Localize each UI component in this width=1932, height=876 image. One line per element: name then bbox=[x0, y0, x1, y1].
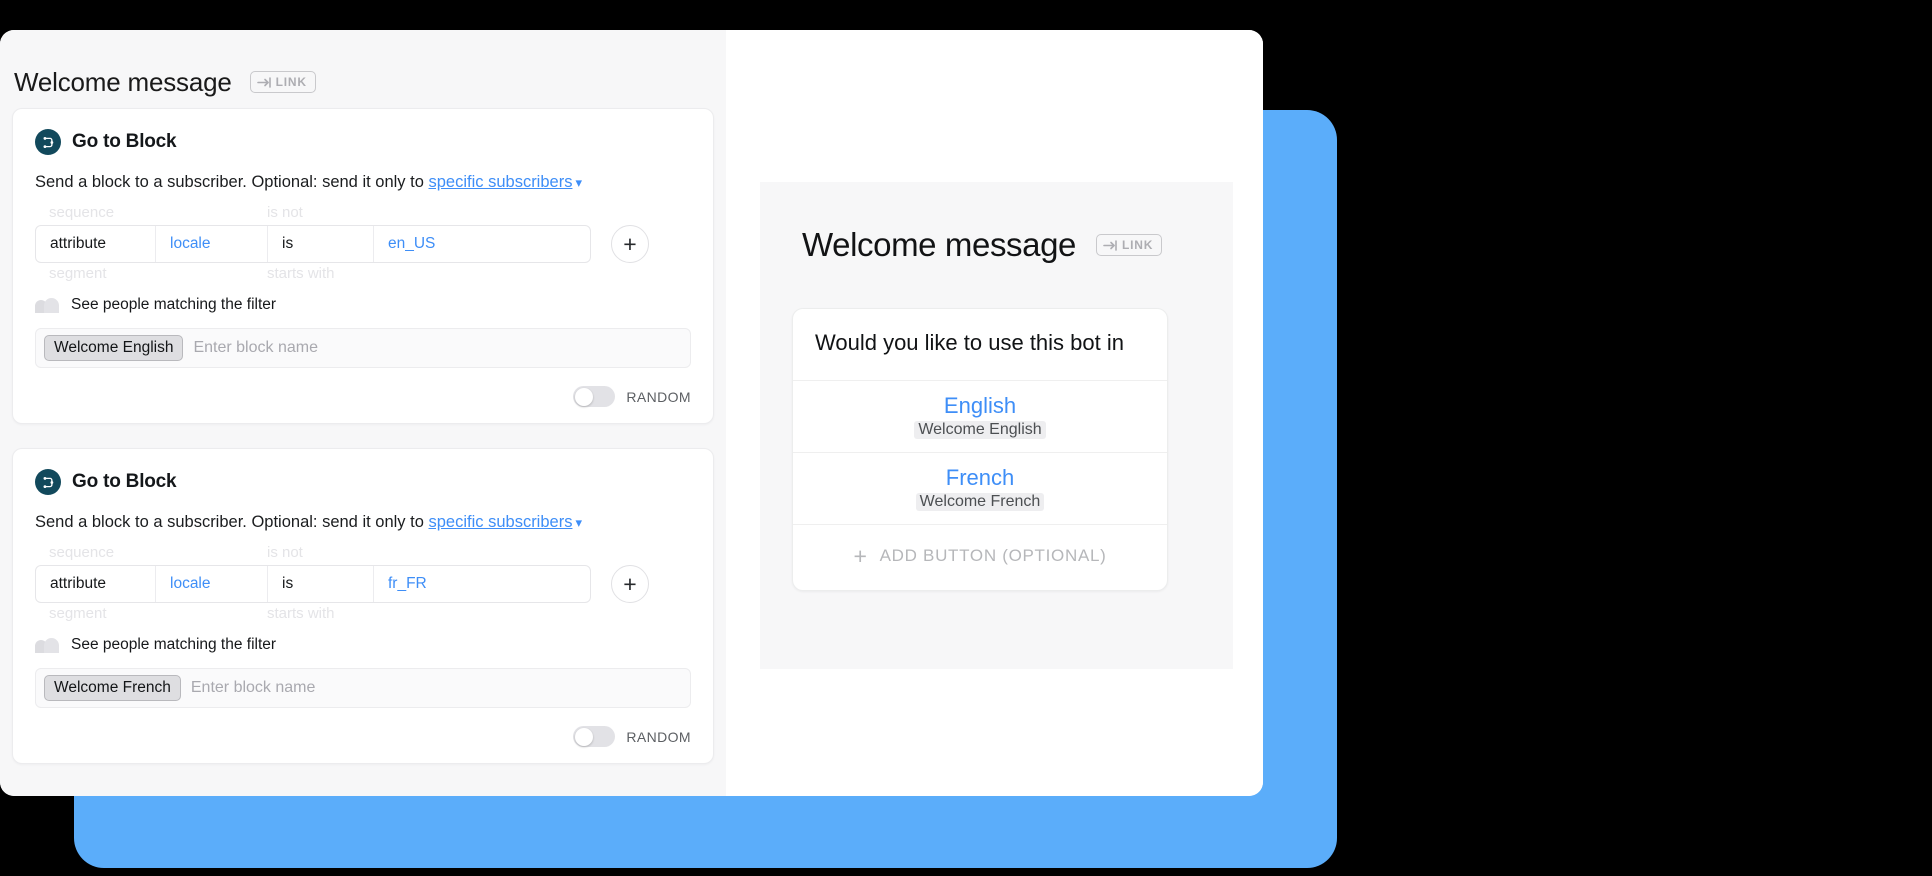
filter-condition-row[interactable]: attribute locale is fr_FR bbox=[35, 565, 591, 603]
filter-type-select[interactable]: attribute bbox=[36, 566, 156, 602]
filter-value-input[interactable]: en_US bbox=[374, 226, 590, 262]
preview-link-badge[interactable]: LINK bbox=[1096, 234, 1163, 256]
link-arrow-icon bbox=[256, 76, 271, 88]
card-description: Send a block to a subscriber. Optional: … bbox=[35, 173, 691, 192]
see-people-matching-filter[interactable]: See people matching the filter bbox=[35, 296, 691, 314]
people-icon bbox=[35, 297, 59, 313]
ghost-operator-above: is not bbox=[267, 204, 303, 221]
preview-panel: Welcome message LINK Would you like to u… bbox=[726, 30, 1263, 796]
ghost-operator-below: starts with bbox=[267, 605, 335, 622]
app-window: Welcome message LINK Go to Block Send a … bbox=[0, 30, 1263, 796]
card-header: Go to Block bbox=[35, 129, 691, 155]
preview-link-badge-label: LINK bbox=[1122, 238, 1154, 252]
go-to-block-icon bbox=[35, 469, 61, 495]
filter-ghost-row-top: sequence is not bbox=[35, 204, 691, 221]
random-toggle-row: RANDOM bbox=[35, 386, 691, 407]
block-name-chip[interactable]: Welcome French bbox=[44, 675, 181, 701]
filter-condition-row[interactable]: attribute locale is en_US bbox=[35, 225, 591, 263]
toggle-knob bbox=[574, 387, 593, 406]
block-name-input[interactable]: Enter block name bbox=[193, 339, 318, 357]
add-button-label: ADD BUTTON (OPTIONAL) bbox=[879, 546, 1107, 566]
chevron-down-icon[interactable]: ▾ bbox=[575, 515, 582, 531]
toggle-knob bbox=[574, 727, 593, 746]
block-name-chip[interactable]: Welcome English bbox=[44, 335, 184, 361]
ghost-operator-below: starts with bbox=[267, 265, 335, 282]
ghost-spacer bbox=[155, 544, 267, 561]
bubble-button-label: English bbox=[943, 392, 1017, 418]
ghost-spacer bbox=[155, 605, 267, 622]
ghost-type-below: segment bbox=[49, 605, 107, 622]
random-toggle-label: RANDOM bbox=[626, 728, 691, 745]
filter-key-select[interactable]: locale bbox=[156, 226, 268, 262]
card-description-text: Send a block to a subscriber. Optional: … bbox=[35, 513, 429, 531]
filter-operator-select[interactable]: is bbox=[268, 566, 374, 602]
screen-root: Welcome message LINK Go to Block Send a … bbox=[0, 0, 1932, 876]
filter-operator-select[interactable]: is bbox=[268, 226, 374, 262]
random-toggle[interactable] bbox=[573, 386, 616, 407]
page-title: Welcome message bbox=[14, 66, 232, 97]
add-condition-button[interactable]: + bbox=[611, 225, 649, 263]
random-toggle-label: RANDOM bbox=[626, 388, 691, 405]
go-to-block-icon bbox=[35, 129, 61, 155]
ghost-spacer bbox=[155, 265, 267, 282]
bubble-button-label: French bbox=[945, 464, 1015, 490]
bubble-button-target: Welcome English bbox=[914, 420, 1046, 439]
filter-key-select[interactable]: locale bbox=[156, 566, 268, 602]
card-title: Go to Block bbox=[72, 131, 177, 152]
people-icon bbox=[35, 637, 59, 653]
see-people-matching-filter[interactable]: See people matching the filter bbox=[35, 636, 691, 654]
add-button-optional[interactable]: + ADD BUTTON (OPTIONAL) bbox=[793, 523, 1167, 590]
block-name-field[interactable]: Welcome English Enter block name bbox=[35, 328, 691, 368]
card-title: Go to Block bbox=[72, 471, 177, 492]
card-description-text: Send a block to a subscriber. Optional: … bbox=[35, 173, 429, 191]
see-people-label: See people matching the filter bbox=[71, 296, 277, 313]
editor-header: Welcome message LINK bbox=[0, 30, 726, 108]
plus-icon: + bbox=[853, 542, 868, 569]
preview-surface: Welcome message LINK Would you like to u… bbox=[760, 182, 1233, 669]
go-to-block-card: Go to Block Send a block to a subscriber… bbox=[12, 448, 714, 764]
link-arrow-icon bbox=[1103, 239, 1117, 251]
bubble-button-english[interactable]: English Welcome English bbox=[793, 379, 1167, 452]
message-bubble: Would you like to use this bot in Englis… bbox=[792, 308, 1168, 591]
ghost-operator-above: is not bbox=[267, 544, 303, 561]
filter-ghost-row-top: sequence is not bbox=[35, 544, 691, 561]
filter-type-select[interactable]: attribute bbox=[36, 226, 156, 262]
chevron-down-icon[interactable]: ▾ bbox=[575, 175, 582, 191]
random-toggle[interactable] bbox=[573, 726, 616, 747]
block-name-field[interactable]: Welcome French Enter block name bbox=[35, 668, 691, 708]
block-name-input[interactable]: Enter block name bbox=[191, 679, 316, 697]
specific-subscribers-link[interactable]: specific subscribers bbox=[428, 173, 572, 191]
ghost-spacer bbox=[155, 204, 267, 221]
random-toggle-row: RANDOM bbox=[35, 726, 691, 747]
bubble-button-french[interactable]: French Welcome French bbox=[793, 451, 1167, 524]
see-people-label: See people matching the filter bbox=[71, 636, 277, 653]
message-text: Would you like to use this bot in bbox=[815, 330, 1124, 355]
specific-subscribers-link[interactable]: specific subscribers bbox=[428, 513, 572, 531]
filter-value-input[interactable]: fr_FR bbox=[374, 566, 590, 602]
preview-header: Welcome message LINK bbox=[760, 182, 1233, 264]
link-badge[interactable]: LINK bbox=[249, 71, 316, 93]
go-to-block-card: Go to Block Send a block to a subscriber… bbox=[12, 108, 714, 424]
card-description: Send a block to a subscriber. Optional: … bbox=[35, 513, 691, 532]
card-header: Go to Block bbox=[35, 469, 691, 495]
ghost-type-above: sequence bbox=[49, 544, 115, 561]
filter-picker: sequence is not attribute locale is en_U… bbox=[35, 202, 691, 290]
ghost-type-below: segment bbox=[49, 265, 107, 282]
add-condition-button[interactable]: + bbox=[611, 565, 649, 603]
ghost-type-above: sequence bbox=[49, 204, 115, 221]
preview-title: Welcome message bbox=[802, 226, 1077, 263]
link-badge-label: LINK bbox=[275, 75, 307, 89]
filter-ghost-row-bottom: segment starts with bbox=[35, 265, 691, 282]
filter-picker: sequence is not attribute locale is fr_F… bbox=[35, 542, 691, 630]
filter-ghost-row-bottom: segment starts with bbox=[35, 605, 691, 622]
bubble-button-target: Welcome French bbox=[915, 492, 1045, 511]
editor-panel: Welcome message LINK Go to Block Send a … bbox=[0, 30, 726, 796]
